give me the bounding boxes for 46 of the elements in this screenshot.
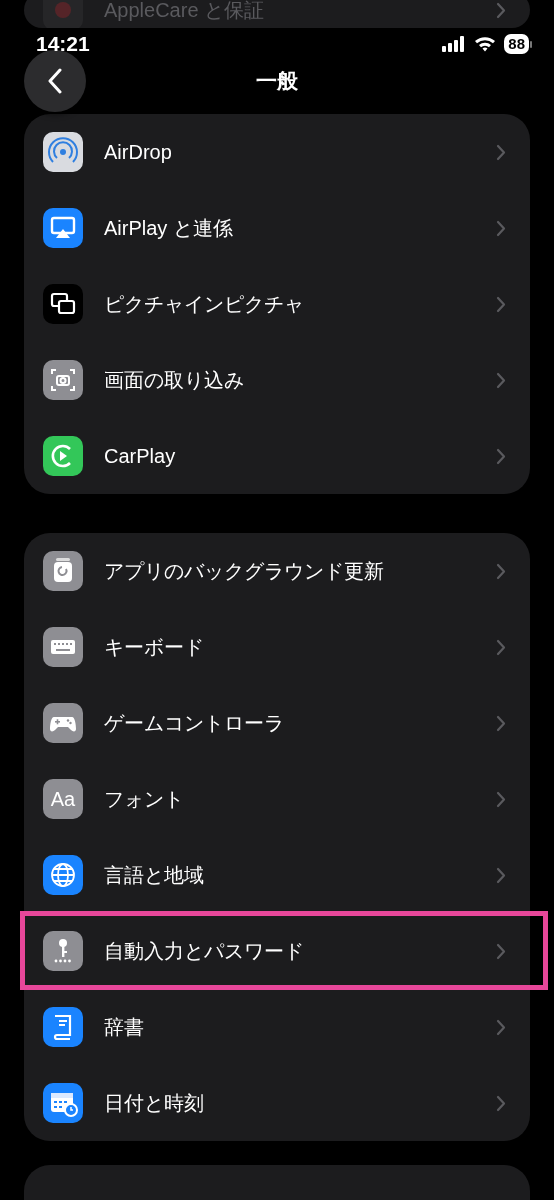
chevron-right-icon: [496, 1, 506, 19]
airplay-icon: [43, 208, 83, 248]
chevron-right-icon: [496, 143, 506, 161]
signal-icon: [442, 36, 467, 52]
chevron-right-icon: [496, 562, 506, 580]
chevron-right-icon: [496, 1094, 506, 1112]
calendar-icon: [43, 1083, 83, 1123]
battery-icon: 88: [504, 34, 532, 54]
chevron-right-icon: [496, 714, 506, 732]
settings-row[interactable]: ピクチャインピクチャ: [24, 266, 530, 342]
chevron-right-icon: [496, 1018, 506, 1036]
refresh-icon: [43, 551, 83, 591]
chevron-right-icon: [496, 790, 506, 808]
nav-title: 一般: [256, 69, 298, 92]
chevron-right-icon: [496, 295, 506, 313]
settings-row[interactable]: Aa フォント: [24, 761, 530, 837]
settings-row[interactable]: 画面の取り込み: [24, 342, 530, 418]
settings-row[interactable]: AirDrop: [24, 114, 530, 190]
pip-icon: [43, 284, 83, 324]
settings-row[interactable]: AirPlay と連係: [24, 190, 530, 266]
chevron-right-icon: [496, 942, 506, 960]
book-icon: [43, 1007, 83, 1047]
font-icon: Aa: [43, 779, 83, 819]
keyboard-icon: [43, 627, 83, 667]
settings-row[interactable]: 言語と地域: [24, 837, 530, 913]
settings-row[interactable]: 日付と時刻: [24, 1065, 530, 1141]
status-time: 14:21: [36, 31, 91, 57]
chevron-right-icon: [496, 219, 506, 237]
chevron-right-icon: [496, 371, 506, 389]
chevron-left-icon: [47, 68, 63, 94]
settings-row[interactable]: CarPlay: [24, 418, 530, 494]
globe-icon: [43, 855, 83, 895]
chevron-right-icon: [496, 638, 506, 656]
chevron-right-icon: [496, 866, 506, 884]
carplay-icon: [43, 436, 83, 476]
chevron-right-icon: [496, 447, 506, 465]
capture-icon: [43, 360, 83, 400]
airdrop-icon: [43, 132, 83, 172]
gamepad-icon: [43, 703, 83, 743]
settings-row[interactable]: 自動入力とパスワード: [24, 913, 530, 989]
wifi-icon: [474, 36, 497, 52]
settings-row[interactable]: アプリのバックグラウンド更新: [24, 533, 530, 609]
settings-row[interactable]: ゲームコントローラ: [24, 685, 530, 761]
settings-row[interactable]: 辞書: [24, 989, 530, 1065]
settings-row[interactable]: キーボード: [24, 609, 530, 685]
key-icon: [43, 931, 83, 971]
